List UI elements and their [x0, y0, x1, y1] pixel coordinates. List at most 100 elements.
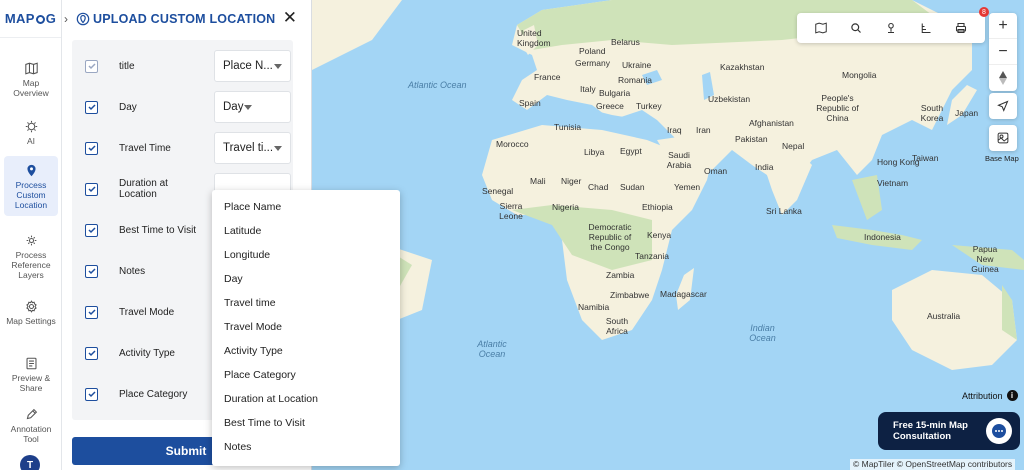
dropdown-option[interactable]: Latitude: [212, 219, 400, 243]
row-checkbox[interactable]: [85, 305, 98, 319]
compass-icon: [999, 71, 1007, 85]
country-label: Chad: [588, 182, 609, 192]
rail-annotation-tool[interactable]: Annotation Tool: [4, 408, 58, 444]
info-icon: i: [1006, 390, 1018, 401]
dropdown-option[interactable]: Notes: [212, 435, 400, 459]
rail-map-overview[interactable]: Map Overview: [4, 62, 58, 98]
rail-map-settings[interactable]: Map Settings: [4, 300, 58, 326]
country-label: South Korea: [920, 103, 944, 123]
row-label: title: [119, 60, 135, 72]
preview-icon: [26, 357, 36, 370]
base-map-button[interactable]: [989, 125, 1017, 151]
measure-icon[interactable]: [920, 22, 932, 34]
ai-icon: [25, 120, 37, 133]
country-label: Papua New Guinea: [971, 244, 999, 274]
chevron-right-icon[interactable]: ›: [64, 12, 74, 26]
panel-header: › UPLOAD CUSTOM LOCATION ✕: [62, 0, 311, 38]
country-label: Niger: [561, 176, 582, 186]
map-toolbar: [797, 13, 985, 43]
row-select-value: Day: [223, 101, 244, 113]
location-marker-icon[interactable]: [885, 22, 897, 34]
row-checkbox[interactable]: [85, 100, 98, 114]
chevron-down-icon: [274, 64, 282, 69]
country-label: Iraq: [667, 125, 682, 135]
zoom-in-button[interactable]: +: [989, 13, 1017, 39]
compass-button[interactable]: [989, 65, 1017, 91]
country-label: Oman: [704, 166, 728, 176]
country-label: Nigeria: [552, 202, 579, 212]
ocean-label: Atlantic Ocean: [408, 80, 467, 90]
dropdown-option[interactable]: Best Time to Visit: [212, 411, 400, 435]
row-select[interactable]: Place N...: [214, 50, 291, 82]
row-checkbox[interactable]: [85, 59, 98, 73]
zoom-out-button[interactable]: −: [989, 39, 1017, 65]
app-logo[interactable]: MAP G: [0, 0, 61, 38]
rail-process-reference-layers[interactable]: Process Reference Layers: [4, 234, 58, 280]
row-select[interactable]: Day: [214, 91, 291, 123]
country-label: Sri Lanka: [766, 206, 802, 216]
row-checkbox[interactable]: [85, 182, 98, 196]
print-icon[interactable]: [955, 22, 967, 34]
country-label: South Africa: [605, 316, 629, 336]
country-label: Tunisia: [554, 122, 582, 132]
country-label: Sudan: [620, 182, 645, 192]
base-map-icon: [997, 132, 1009, 144]
app-root: MAP G Map Overview AI Process Custom Loca…: [0, 0, 1024, 470]
dropdown-option[interactable]: Longitude: [212, 243, 400, 267]
country-label: Kenya: [647, 230, 672, 240]
country-label: Iran: [696, 125, 711, 135]
navigation-arrow-icon: [997, 100, 1009, 112]
row-label: Travel Mode: [119, 306, 175, 318]
dropdown-option[interactable]: Travel Mode: [212, 315, 400, 339]
location-pin-icon: [26, 164, 36, 177]
ocean-label: Indian Ocean: [749, 323, 776, 343]
chevron-down-icon: [244, 105, 252, 110]
country-label: Ukraine: [622, 60, 652, 70]
country-label: Yemen: [674, 182, 701, 192]
attribution-toggle[interactable]: Attribution i: [962, 390, 1018, 401]
row-checkbox[interactable]: [85, 223, 98, 237]
chat-button[interactable]: [986, 418, 1012, 444]
search-icon[interactable]: [850, 22, 862, 34]
row-checkbox[interactable]: [85, 141, 98, 155]
dropdown-option[interactable]: Activity Type: [212, 339, 400, 363]
rail-ai[interactable]: AI: [4, 120, 58, 146]
country-label: Japan: [955, 108, 979, 118]
country-label: Australia: [927, 311, 961, 321]
rail-process-custom-location[interactable]: Process Custom Location: [4, 156, 58, 216]
close-button[interactable]: ✕: [283, 9, 297, 26]
dropdown-option[interactable]: Day: [212, 267, 400, 291]
consultation-banner[interactable]: Free 15-min Map Consultation: [878, 412, 1020, 450]
country-label: Saudi Arabia: [666, 150, 692, 170]
country-label: Vietnam: [877, 178, 909, 188]
country-label: Afghanistan: [749, 118, 794, 128]
rail-preview-share[interactable]: Preview & Share: [4, 357, 58, 393]
country-label: Sierra Leone: [499, 201, 523, 221]
mapping-row: title Place N...: [72, 48, 293, 84]
notification-badge[interactable]: 8: [979, 7, 989, 17]
country-label: Taiwan: [912, 153, 939, 163]
row-label: Duration at Location: [119, 178, 168, 200]
country-label: Zambia: [606, 270, 635, 280]
ocean-label: Atlantic Ocean: [477, 339, 507, 359]
geolocate-button[interactable]: [989, 93, 1017, 119]
row-select-value: Place N...: [223, 60, 273, 72]
layers-gear-icon: [26, 235, 36, 246]
country-label: Morocco: [496, 139, 529, 149]
row-checkbox[interactable]: [85, 346, 98, 360]
dropdown-option[interactable]: Duration at Location: [212, 387, 400, 411]
country-label: Democratic Republic of the Congo: [588, 222, 632, 252]
avatar[interactable]: T: [20, 455, 40, 470]
rail-label: Map Settings: [6, 316, 56, 326]
map-canvas[interactable]: Atlantic Ocean Atlantic Ocean Indian Oce…: [312, 0, 1024, 470]
row-select[interactable]: Travel ti...: [214, 132, 291, 164]
dropdown-option[interactable]: Travel time: [212, 291, 400, 315]
dropdown-option[interactable]: Place Category: [212, 363, 400, 387]
rail-label: AI: [26, 136, 36, 146]
map-style-icon[interactable]: [814, 22, 827, 34]
row-label: Place Category: [119, 388, 188, 400]
dropdown-option[interactable]: Place Name: [212, 195, 400, 219]
row-checkbox[interactable]: [85, 387, 98, 401]
country-label: India: [755, 162, 774, 172]
row-checkbox[interactable]: [85, 264, 98, 278]
